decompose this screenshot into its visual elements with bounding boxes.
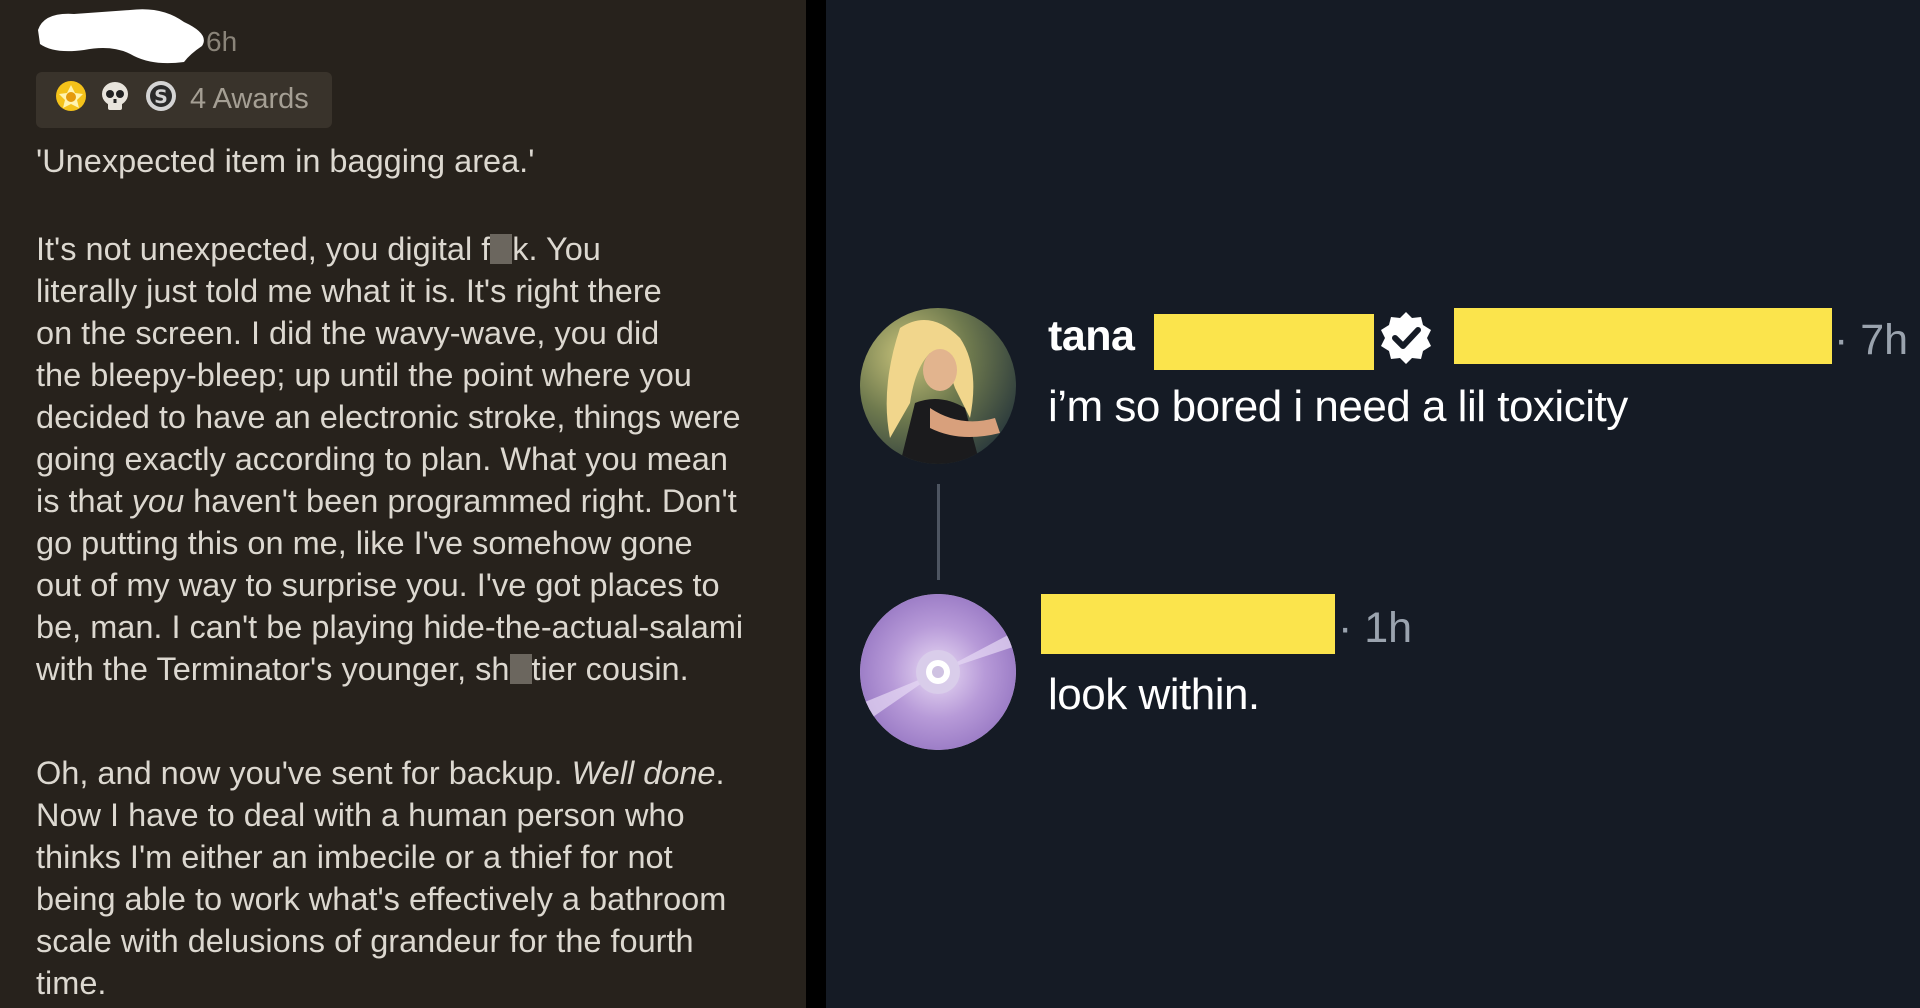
comment-text: on the screen. I did the wavy-wave, you …: [36, 315, 660, 351]
comment-text: going exactly according to plan. What yo…: [36, 441, 728, 477]
comment-line: out of my way to surprise you. I've got …: [36, 564, 800, 606]
comment-line: 'Unexpected item in bagging area.': [36, 140, 800, 182]
comment-text: out of my way to surprise you. I've got …: [36, 567, 720, 603]
comment-text: thinks I'm either an imbecile or a thief…: [36, 839, 673, 875]
censor-box: [509, 654, 532, 684]
panel-divider: [806, 0, 826, 1008]
comment-text: being able to work what's effectively a …: [36, 881, 727, 917]
comment-line: It's not unexpected, you digital f k. You: [36, 228, 800, 270]
comment-line: decided to have an electronic stroke, th…: [36, 396, 800, 438]
comment-paragraph: 'Unexpected item in bagging area.': [36, 140, 800, 182]
silver-award-icon: S: [146, 81, 176, 111]
comment-line: time.: [36, 962, 800, 1004]
comment-text: .: [715, 755, 725, 791]
comment-text: decided to have an electronic stroke, th…: [36, 399, 741, 435]
verified-badge-icon: [1381, 312, 1431, 364]
comment-text: the bleepy-bleep; up until the point whe…: [36, 357, 692, 393]
skull-award-icon: [102, 82, 128, 110]
name-redaction-bar: [1154, 314, 1374, 370]
threads-panel: tana · 7h i’m so bored i need a lil toxi…: [826, 0, 1920, 1008]
post-time: · 7h: [1834, 316, 1909, 364]
comment-paragraph: It's not unexpected, you digital f k. You…: [36, 228, 800, 690]
comment-timestamp: 6h: [206, 26, 238, 57]
post-username[interactable]: tana: [1048, 312, 1135, 361]
comment-line: with the Terminator's younger, sh tier co…: [36, 648, 800, 690]
comment-line: go putting this on me, like I've somehow…: [36, 522, 800, 564]
reddit-comment-panel: 6h S 4 Awards 'Unexpected item in baggin…: [0, 0, 806, 1008]
reply-name-redaction-bar: [1041, 594, 1335, 654]
censor-box: [490, 234, 513, 264]
comment-line: being able to work what's effectively a …: [36, 878, 800, 920]
comment-line: scale with delusions of grandeur for the…: [36, 920, 800, 962]
comment-text: scale with delusions of grandeur for the…: [36, 923, 694, 959]
comment-text: is that: [36, 483, 132, 519]
comment-text: go putting this on me, like I've somehow…: [36, 525, 693, 561]
comment-text: be, man. I can't be playing hide-the-act…: [36, 609, 744, 645]
comment-text: It's not unexpected, you digital f: [36, 231, 491, 267]
reply-time: · 1h: [1338, 604, 1413, 652]
gold-award-icon: [56, 81, 86, 111]
comment-text: with the Terminator's younger, sh: [36, 651, 510, 687]
comment-text: haven't been programmed right. Don't: [184, 483, 737, 519]
post-text: i’m so bored i need a lil toxicity: [1048, 382, 1628, 431]
comment-line: the bleepy-bleep; up until the point whe…: [36, 354, 800, 396]
cd-disc-icon: [860, 594, 1016, 750]
comment-line: literally just told me what it is. It's …: [36, 270, 800, 312]
awards-count: 4 Awards: [190, 83, 309, 115]
comment-text: tier cousin.: [531, 651, 689, 687]
username-redaction-blob: [38, 9, 204, 64]
comment-line: Oh, and now you've sent for backup. Well…: [36, 752, 800, 794]
thread-connector-line: [937, 484, 940, 580]
comment-line: thinks I'm either an imbecile or a thief…: [36, 836, 800, 878]
comment-text: k. You: [512, 231, 601, 267]
comment-paragraph: Oh, and now you've sent for backup. Well…: [36, 752, 800, 1004]
handle-redaction-bar: [1454, 308, 1832, 364]
comment-line: going exactly according to plan. What yo…: [36, 438, 800, 480]
avatar[interactable]: [860, 308, 1016, 464]
comment-text: time.: [36, 965, 107, 1001]
comment-line: is that you haven't been programmed righ…: [36, 480, 800, 522]
comment-line: be, man. I can't be playing hide-the-act…: [36, 606, 800, 648]
reply-avatar[interactable]: [860, 594, 1016, 750]
svg-text:S: S: [154, 86, 168, 108]
comment-text: Now I have to deal with a human person w…: [36, 797, 685, 833]
emphasis-text: Well done: [571, 755, 716, 791]
comment-text: 'Unexpected item in bagging area.': [36, 143, 535, 179]
comment-text: literally just told me what it is. It's …: [36, 273, 662, 309]
comment-line: Now I have to deal with a human person w…: [36, 794, 800, 836]
user-photo-icon: [860, 308, 1016, 464]
comment-line: on the screen. I did the wavy-wave, you …: [36, 312, 800, 354]
emphasis-text: you: [131, 483, 185, 519]
reply-text: look within.: [1048, 670, 1260, 719]
comment-text: Oh, and now you've sent for backup.: [36, 755, 572, 791]
